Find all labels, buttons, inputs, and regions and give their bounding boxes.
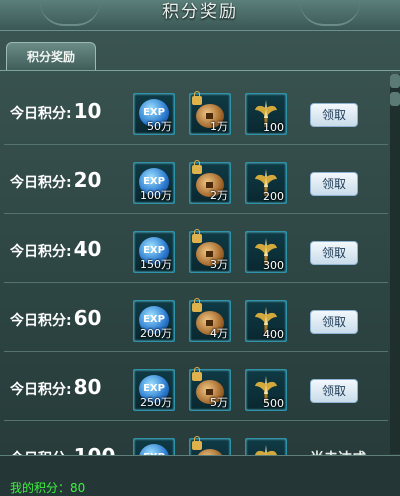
exp-reward-slot[interactable]: EXP 250万 bbox=[133, 369, 175, 411]
points-threshold-value: 80 bbox=[73, 375, 102, 399]
claim-button[interactable]: 领取 bbox=[310, 172, 358, 196]
reward-row: 今日积分: 60 EXP 200万 4万 400 领取 bbox=[0, 284, 388, 352]
reward-row: 今日积分: 20 EXP 100万 2万 200 领取 bbox=[0, 146, 388, 214]
coin-reward-slot[interactable]: 3万 bbox=[189, 229, 231, 273]
row-divider bbox=[4, 351, 388, 352]
coin-reward-slot[interactable]: 2万 bbox=[189, 160, 231, 204]
lock-icon bbox=[192, 298, 202, 312]
item-amount: 400 bbox=[263, 328, 284, 341]
exp-amount: 150万 bbox=[140, 258, 172, 271]
reward-row: 今日积分: 80 EXP 250万 5万 500 领取 bbox=[0, 353, 388, 421]
scroll-thumb[interactable] bbox=[390, 92, 400, 106]
exp-reward-slot[interactable]: EXP 100万 bbox=[133, 162, 175, 204]
points-threshold-value: 40 bbox=[73, 237, 102, 261]
item-reward-slot[interactable]: 300 bbox=[245, 231, 287, 273]
points-threshold-value: 10 bbox=[73, 99, 102, 123]
item-reward-slot[interactable]: 200 bbox=[245, 162, 287, 204]
item-reward-slot[interactable]: 500 bbox=[245, 369, 287, 411]
item-reward-slot[interactable]: 100 bbox=[245, 93, 287, 135]
coin-amount: 1万 bbox=[210, 120, 228, 133]
coin-amount: 4万 bbox=[210, 327, 228, 340]
points-threshold-label: 今日积分: 80 bbox=[10, 375, 102, 399]
row-divider bbox=[4, 420, 388, 421]
row-divider bbox=[4, 282, 388, 283]
window-title: 积分奖励 bbox=[162, 2, 238, 22]
item-amount: 100 bbox=[263, 121, 284, 134]
claim-button[interactable]: 领取 bbox=[310, 310, 358, 334]
claim-button[interactable]: 领取 bbox=[310, 379, 358, 403]
points-threshold-label: 今日积分: 20 bbox=[10, 168, 102, 192]
points-threshold-label: 今日积分: 40 bbox=[10, 237, 102, 261]
lock-icon bbox=[192, 436, 202, 450]
row-divider bbox=[4, 213, 388, 214]
scrollbar[interactable] bbox=[390, 74, 400, 454]
coin-amount: 2万 bbox=[210, 189, 228, 202]
tab-points-reward[interactable]: 积分奖励 bbox=[6, 42, 96, 71]
coin-amount: 3万 bbox=[210, 258, 228, 271]
claim-button[interactable]: 领取 bbox=[310, 103, 358, 127]
exp-amount: 250万 bbox=[140, 396, 172, 409]
exp-reward-slot[interactable]: EXP 200万 bbox=[133, 300, 175, 342]
exp-reward-slot[interactable]: EXP 150万 bbox=[133, 231, 175, 273]
points-threshold-label: 今日积分: 10 bbox=[10, 99, 102, 123]
item-amount: 500 bbox=[263, 397, 284, 410]
my-points: 我的积分：80 bbox=[10, 481, 86, 495]
reward-window: 积分奖励 积分奖励 今日积分: 10 EXP 50万 1万 100 领取 今日积分: 20 EXP… bbox=[0, 0, 400, 496]
item-amount: 200 bbox=[263, 190, 284, 203]
reward-row: 今日积分: 40 EXP 150万 3万 300 领取 bbox=[0, 215, 388, 283]
exp-amount: 100万 bbox=[140, 189, 172, 202]
tab-divider bbox=[0, 70, 400, 71]
reward-row: 今日积分: 10 EXP 50万 1万 100 领取 bbox=[0, 77, 388, 145]
points-threshold-label: 今日积分: 60 bbox=[10, 306, 102, 330]
exp-amount: 200万 bbox=[140, 327, 172, 340]
points-threshold-value: 60 bbox=[73, 306, 102, 330]
points-threshold-value: 20 bbox=[73, 168, 102, 192]
coin-reward-slot[interactable]: 1万 bbox=[189, 91, 231, 135]
exp-amount: 50万 bbox=[147, 120, 172, 133]
coin-reward-slot[interactable]: 5万 bbox=[189, 367, 231, 411]
scroll-up-button[interactable] bbox=[390, 74, 400, 88]
lock-icon bbox=[192, 91, 202, 105]
lock-icon bbox=[192, 367, 202, 381]
exp-reward-slot[interactable]: EXP 50万 bbox=[133, 93, 175, 135]
row-divider bbox=[4, 144, 388, 145]
coin-reward-slot[interactable]: 4万 bbox=[189, 298, 231, 342]
item-reward-slot[interactable]: 400 bbox=[245, 300, 287, 342]
lock-icon bbox=[192, 160, 202, 174]
claim-button[interactable]: 领取 bbox=[310, 241, 358, 265]
footer: 我的积分：80 bbox=[0, 455, 400, 496]
item-amount: 300 bbox=[263, 259, 284, 272]
title-bar: 积分奖励 bbox=[0, 0, 400, 31]
coin-amount: 5万 bbox=[210, 396, 228, 409]
lock-icon bbox=[192, 229, 202, 243]
